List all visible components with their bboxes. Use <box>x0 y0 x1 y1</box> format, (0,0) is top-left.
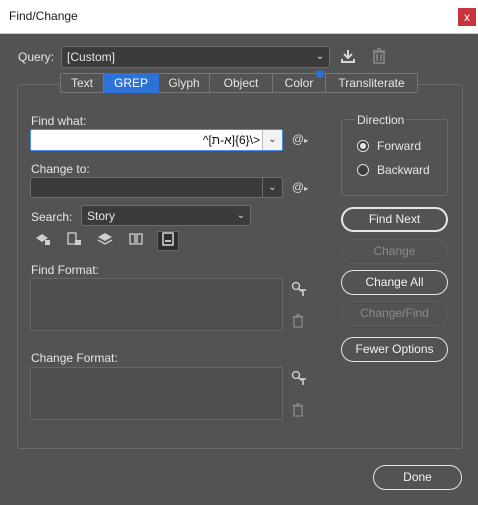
fewer-options-button[interactable]: Fewer Options <box>341 337 448 362</box>
specify-change-format-icon[interactable] <box>290 370 308 388</box>
backward-radio[interactable] <box>357 164 369 176</box>
change-to-field[interactable]: ⌄ <box>30 177 283 198</box>
clear-find-format-icon[interactable] <box>290 314 306 330</box>
find-format-label: Find Format: <box>31 263 100 277</box>
change-format-box <box>30 367 283 420</box>
specify-find-format-icon[interactable] <box>290 281 308 299</box>
find-next-button[interactable]: Find Next <box>341 207 448 232</box>
chevron-down-icon[interactable]: ⌄ <box>262 130 282 150</box>
forward-label: Forward <box>377 139 422 153</box>
tab-grep[interactable]: GREP <box>104 73 159 93</box>
find-format-box <box>30 278 283 331</box>
change-format-label: Change Format: <box>31 351 118 365</box>
chevron-down-icon[interactable]: ⌄ <box>262 178 282 197</box>
save-query-icon[interactable] <box>339 48 357 66</box>
tab-object[interactable]: Object <box>210 73 273 93</box>
chevron-down-icon: ⌄ <box>315 51 325 62</box>
clear-change-format-icon[interactable] <box>290 403 306 419</box>
search-label: Search: <box>31 210 73 224</box>
direction-label: Direction <box>355 113 407 127</box>
change-to-label: Change to: <box>31 162 90 176</box>
change-all-button[interactable]: Change All <box>341 270 448 295</box>
backward-label: Backward <box>377 163 430 177</box>
direction-forward-option[interactable]: Forward <box>357 138 437 154</box>
tab-transliterate[interactable]: Transliterate <box>326 73 418 93</box>
include-locked-layers-icon[interactable] <box>33 232 53 250</box>
special-characters-icon[interactable]: @▸ <box>290 179 310 197</box>
direction-backward-option[interactable]: Backward <box>357 162 437 178</box>
tab-color[interactable]: Color <box>273 70 326 93</box>
tab-text[interactable]: Text <box>60 73 104 93</box>
query-label: Query: <box>18 50 55 64</box>
query-dropdown[interactable]: [Custom] ⌄ <box>61 46 330 68</box>
title-bar: Find/Change x <box>0 0 478 34</box>
find-what-label: Find what: <box>31 114 87 128</box>
chevron-down-icon: ⌄ <box>236 210 246 221</box>
change-find-button[interactable]: Change/Find <box>341 301 448 326</box>
search-scope-value: Story <box>87 209 116 223</box>
direction-group <box>341 119 448 196</box>
close-icon: x <box>464 10 470 24</box>
include-footnotes-icon[interactable] <box>157 231 179 251</box>
close-button[interactable]: x <box>458 8 476 26</box>
done-button[interactable]: Done <box>373 465 462 490</box>
include-hidden-layers-icon[interactable] <box>95 232 115 250</box>
include-locked-stories-icon[interactable] <box>64 232 84 250</box>
tab-glyph[interactable]: Glyph <box>159 73 210 93</box>
window-title: Find/Change <box>9 9 78 23</box>
include-master-pages-icon[interactable] <box>126 232 146 250</box>
find-what-value: ^[א-ת]{6}\> <box>202 133 260 147</box>
special-characters-icon[interactable]: @▸ <box>290 131 310 149</box>
color-indicator-dot <box>316 70 324 78</box>
search-scope-dropdown[interactable]: Story ⌄ <box>81 205 251 226</box>
forward-radio[interactable] <box>357 140 369 152</box>
find-what-field[interactable]: ^[א-ת]{6}\> ⌄ <box>30 129 283 151</box>
delete-query-icon[interactable] <box>370 48 388 66</box>
change-button[interactable]: Change <box>341 239 448 264</box>
query-value: [Custom] <box>67 50 116 64</box>
